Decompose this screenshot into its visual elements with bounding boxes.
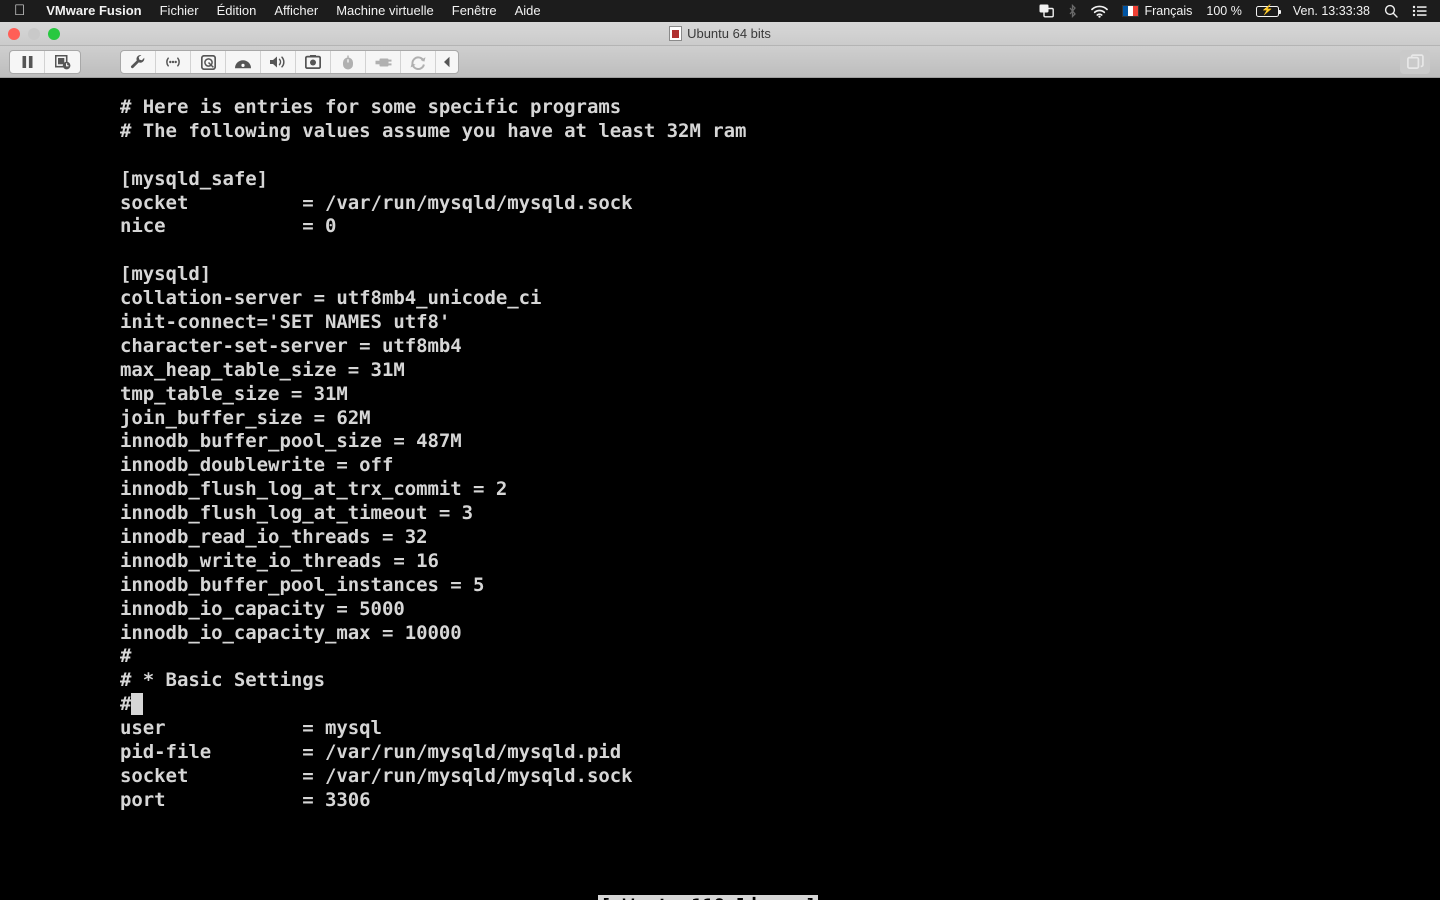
battery-indicator[interactable]: 100 % <box>1199 0 1248 22</box>
vm-document-icon <box>669 26 683 41</box>
terminal-line: socket = /var/run/mysqld/mysqld.sock <box>120 191 633 214</box>
sound-icon[interactable] <box>261 51 296 73</box>
terminal-line: socket = /var/run/mysqld/mysqld.sock <box>120 764 633 787</box>
window-traffic-lights <box>8 22 60 46</box>
terminal-line: [mysqld] <box>120 263 212 286</box>
battery-percent-label: 100 % <box>1206 4 1242 18</box>
vm-window-title-bar: Ubuntu 64 bits <box>0 22 1440 46</box>
terminal-line: innodb_flush_log_at_trx_commit = 2 <box>120 478 508 501</box>
control-center-icon[interactable] <box>1405 5 1434 17</box>
terminal-line: join_buffer_size = 62M <box>120 406 371 429</box>
nano-status-message: [ Wrote 119 lines ] <box>598 895 819 900</box>
mouse-icon[interactable] <box>331 51 366 73</box>
terminal-line: innodb_read_io_threads = 32 <box>120 526 428 549</box>
menu-item-aide[interactable]: Aide <box>506 0 550 22</box>
french-flag-icon <box>1122 5 1140 17</box>
search-icon[interactable] <box>1377 4 1405 18</box>
menu-item-machine-virtuelle[interactable]: Machine virtuelle <box>327 0 443 22</box>
settings-wrench-icon[interactable] <box>121 51 156 73</box>
nano-text-buffer[interactable]: # Here is entries for some specific prog… <box>120 96 746 813</box>
terminal-line: pid-file = /var/run/mysqld/mysqld.pid <box>120 741 622 764</box>
camera-icon[interactable] <box>296 51 331 73</box>
terminal-line: innodb_io_capacity = 5000 <box>120 597 405 620</box>
cd-dvd-icon[interactable] <box>226 51 261 73</box>
hard-disk-icon[interactable] <box>191 51 226 73</box>
maximize-button[interactable] <box>48 28 60 40</box>
usb-icon[interactable] <box>366 51 401 73</box>
menu-item-fichier[interactable]: Fichier <box>151 0 208 22</box>
vm-toolbar-left-group <box>9 50 81 74</box>
terminal-line: nice = 0 <box>120 215 337 238</box>
collapse-toolbar-icon[interactable] <box>436 51 458 73</box>
lightning-bolt-icon: ⚡ <box>1261 5 1274 16</box>
macos-menu-bar:  VMware Fusion Fichier Édition Afficher… <box>0 0 1440 22</box>
terminal-line: innodb_buffer_pool_size = 487M <box>120 430 462 453</box>
snapshot-button[interactable] <box>45 51 80 73</box>
terminal-line: [mysqld_safe] <box>120 167 269 190</box>
terminal-line: # <box>120 693 746 717</box>
terminal-line: # <box>120 645 132 668</box>
terminal-line: innodb_io_capacity_max = 10000 <box>120 621 462 644</box>
bluetooth-icon[interactable] <box>1061 4 1084 18</box>
apple-logo-icon[interactable]:  <box>0 0 37 22</box>
wifi-icon[interactable] <box>1084 5 1115 18</box>
terminal-line: user = mysql <box>120 717 382 740</box>
text-cursor <box>131 693 143 716</box>
clock-label[interactable]: Ven. 13:33:38 <box>1286 0 1377 22</box>
menu-item-vmware-fusion[interactable]: VMware Fusion <box>37 0 150 22</box>
shared-folders-icon[interactable] <box>401 51 436 73</box>
menu-item-edition[interactable]: Édition <box>208 0 266 22</box>
terminal-line: collation-server = utf8mb4_unicode_ci <box>120 287 542 310</box>
terminal-line: # Here is entries for some specific prog… <box>120 96 622 118</box>
menu-item-afficher[interactable]: Afficher <box>265 0 327 22</box>
language-label: Français <box>1144 4 1193 18</box>
terminal-line: innodb_buffer_pool_instances = 5 <box>120 573 485 596</box>
menu-bar-status-items: Français 100 % ⚡ Ven. 13:33:38 <box>1032 0 1434 22</box>
window-title-label: Ubuntu 64 bits <box>687 26 771 41</box>
vm-toolbar-main-group <box>120 50 459 74</box>
battery-shell: ⚡ <box>1255 5 1282 17</box>
terminal-line: tmp_table_size = 31M <box>120 382 348 405</box>
terminal-line: character-set-server = utf8mb4 <box>120 334 462 357</box>
network-icon[interactable] <box>156 51 191 73</box>
close-button[interactable] <box>8 28 20 40</box>
menu-item-fenetre[interactable]: Fenêtre <box>443 0 506 22</box>
pause-button[interactable] <box>10 51 45 73</box>
language-indicator[interactable]: Français <box>1115 0 1199 22</box>
terminal-line: innodb_write_io_threads = 16 <box>120 549 439 572</box>
terminal-line: init-connect='SET NAMES utf8' <box>120 311 451 334</box>
terminal-line: # * Basic Settings <box>120 669 326 692</box>
window-title: Ubuntu 64 bits <box>669 26 771 41</box>
menu-bar-items:  VMware Fusion Fichier Édition Afficher… <box>0 0 550 22</box>
terminal-line: # The following values assume you have a… <box>120 119 747 142</box>
terminal-line: innodb_doublewrite = off <box>120 454 394 477</box>
terminal-line: max_heap_table_size = 31M <box>120 358 405 381</box>
terminal-line: innodb_flush_log_at_timeout = 3 <box>120 502 474 525</box>
vm-toolbar <box>0 46 1440 78</box>
terminal-line: port = 3306 <box>120 788 371 811</box>
minimize-button[interactable] <box>28 28 40 40</box>
screen-mirror-icon[interactable] <box>1032 4 1061 18</box>
battery-charging-icon[interactable]: ⚡ <box>1249 5 1286 17</box>
full-screen-icon[interactable] <box>1400 50 1430 74</box>
terminal-screen[interactable]: # Here is entries for some specific prog… <box>0 79 1440 900</box>
